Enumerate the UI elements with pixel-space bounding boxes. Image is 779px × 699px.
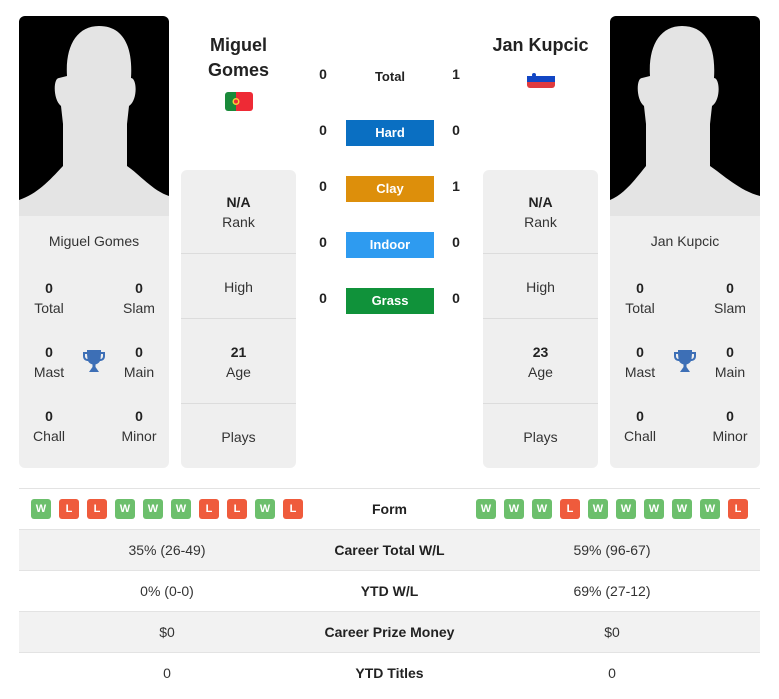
title-main: 0 Main xyxy=(714,344,746,380)
form-win-badge[interactable]: W xyxy=(31,499,51,519)
player2-name[interactable]: Jan Kupcic xyxy=(483,33,598,58)
h2h-p1-hard: 0 xyxy=(319,122,327,138)
title-chall: 0 Chall xyxy=(624,408,656,444)
h2h-p2-grass: 0 xyxy=(452,290,460,306)
player2-photo xyxy=(610,16,760,216)
rank: N/A Rank xyxy=(524,194,557,230)
surface-clay-badge[interactable]: Clay xyxy=(346,176,434,202)
form-win-badge[interactable]: W xyxy=(588,499,608,519)
ytd-wl-label: YTD W/L xyxy=(360,583,419,599)
career-wl-row: 35% (26-49) Career Total W/L 59% (96-67) xyxy=(19,529,760,570)
player1-career-wl: 35% (26-49) xyxy=(128,542,206,558)
form-win-badge[interactable]: W xyxy=(504,499,524,519)
title-chall: 0 Chall xyxy=(33,408,65,444)
title-minor: 0 Minor xyxy=(121,408,157,444)
surface-hard-badge[interactable]: Hard xyxy=(346,120,434,146)
slovenia-flag-icon xyxy=(527,70,555,88)
title-slam: 0 Slam xyxy=(714,280,746,316)
form-loss-badge[interactable]: L xyxy=(199,499,219,519)
form-loss-badge[interactable]: L xyxy=(227,499,247,519)
form-win-badge[interactable]: W xyxy=(532,499,552,519)
ytd-titles-label: YTD Titles xyxy=(355,665,424,681)
h2h-p1-clay: 0 xyxy=(319,178,327,194)
age: 23 Age xyxy=(528,344,553,380)
title-total: 0 Total xyxy=(34,280,64,316)
silhouette-icon xyxy=(19,26,169,216)
form-win-badge[interactable]: W xyxy=(255,499,275,519)
ytd-titles-row: 0 YTD Titles 0 xyxy=(19,652,760,693)
form-win-badge[interactable]: W xyxy=(476,499,496,519)
form-loss-badge[interactable]: L xyxy=(59,499,79,519)
rank: N/A Rank xyxy=(222,194,255,230)
title-main: 0 Main xyxy=(123,344,155,380)
form-win-badge[interactable]: W xyxy=(115,499,135,519)
title-mast: 0 Mast xyxy=(33,344,65,380)
form-win-badge[interactable]: W xyxy=(143,499,163,519)
player2-career-wl: 59% (96-67) xyxy=(573,542,651,558)
age: 21 Age xyxy=(226,344,251,380)
h2h-total-label: Total xyxy=(374,69,406,84)
form-win-badge[interactable]: W xyxy=(700,499,720,519)
title-slam: 0 Slam xyxy=(123,280,155,316)
player2-card-name: Jan Kupcic xyxy=(650,233,720,249)
career-wl-label: Career Total W/L xyxy=(334,542,445,558)
form-win-badge[interactable]: W xyxy=(644,499,664,519)
player1-prize: $0 xyxy=(159,624,175,640)
plays: Plays xyxy=(221,429,256,445)
trophy-icon xyxy=(672,348,698,374)
high: High xyxy=(526,279,555,295)
form-loss-badge[interactable]: L xyxy=(87,499,107,519)
form-loss-badge[interactable]: L xyxy=(560,499,580,519)
player1-info: N/A Rank High 21 Age Plays xyxy=(181,170,296,468)
trophy-icon xyxy=(81,348,107,374)
ytd-wl-row: 0% (0-0) YTD W/L 69% (27-12) xyxy=(19,570,760,611)
form-win-badge[interactable]: W xyxy=(672,499,692,519)
player1-ytd-wl: 0% (0-0) xyxy=(140,583,194,599)
form-label: Form xyxy=(372,501,407,517)
silhouette-icon xyxy=(610,26,760,216)
player2-ytd-wl: 69% (27-12) xyxy=(573,583,651,599)
player1-card-name: Miguel Gomes xyxy=(48,233,140,249)
surface-grass-badge[interactable]: Grass xyxy=(346,288,434,314)
player2-ytd-titles: 0 xyxy=(608,665,616,681)
high: High xyxy=(224,279,253,295)
form-win-badge[interactable]: W xyxy=(171,499,191,519)
title-minor: 0 Minor xyxy=(712,408,748,444)
surface-indoor-badge[interactable]: Indoor xyxy=(346,232,434,258)
player1-name[interactable]: Miguel Gomes xyxy=(181,33,296,83)
plays: Plays xyxy=(523,429,558,445)
prize-label: Career Prize Money xyxy=(324,624,455,640)
h2h-p2-hard: 0 xyxy=(452,122,460,138)
title-mast: 0 Mast xyxy=(624,344,656,380)
form-win-badge[interactable]: W xyxy=(616,499,636,519)
title-total: 0 Total xyxy=(625,280,655,316)
player1-card: Miguel Gomes 0 Total 0 Slam 0 Mast 0 Main 0C… xyxy=(19,16,169,468)
player2-info: N/A Rank High 23 Age Plays xyxy=(483,170,598,468)
h2h-p1-grass: 0 xyxy=(319,290,327,306)
h2h-p2-clay: 1 xyxy=(452,178,460,194)
h2h-p2-total: 1 xyxy=(452,66,460,82)
prize-row: $0 Career Prize Money $0 xyxy=(19,611,760,652)
h2h-p2-indoor: 0 xyxy=(452,234,460,250)
player2-card: Jan Kupcic 0 Total 0 Slam 0 Mast 0 Main 0 Cha… xyxy=(610,16,760,468)
player1-ytd-titles: 0 xyxy=(163,665,171,681)
player1-photo xyxy=(19,16,169,216)
player2-prize: $0 xyxy=(604,624,620,640)
form-row: WLLWWWLLWL Form WWWLWWWWWL xyxy=(19,488,760,529)
form-loss-badge[interactable]: L xyxy=(728,499,748,519)
portugal-flag-icon xyxy=(225,92,253,111)
player1-form: WLLWWWLLWL xyxy=(31,489,303,529)
h2h-p1-total: 0 xyxy=(319,66,327,82)
h2h-p1-indoor: 0 xyxy=(319,234,327,250)
player2-form: WWWLWWWWWL xyxy=(476,489,748,529)
